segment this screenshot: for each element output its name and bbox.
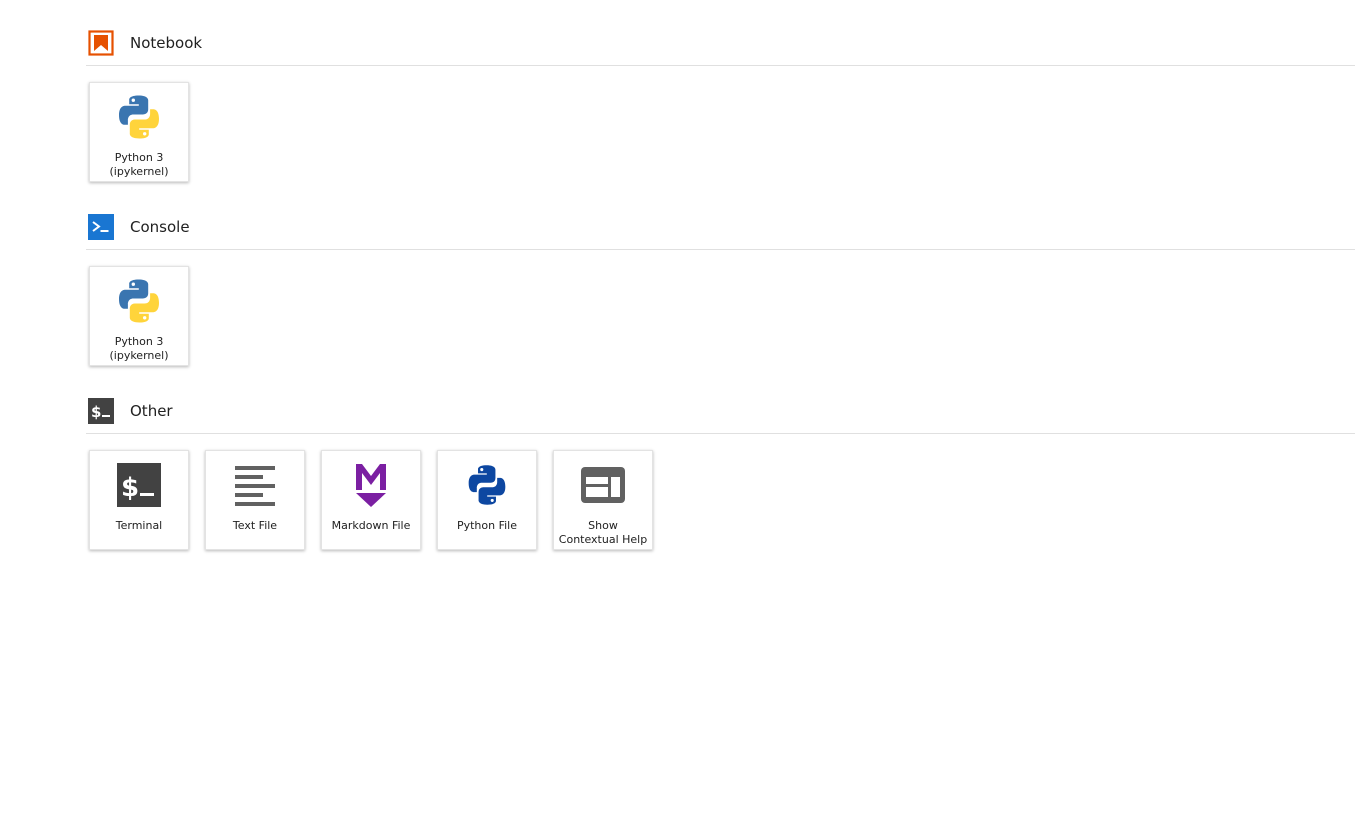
python-logo-icon: [113, 275, 165, 327]
card-label: Python File: [456, 519, 518, 532]
section-header-other: $ Other: [86, 396, 1355, 434]
section-console: Console Python 3 (ipykernel): [86, 212, 1355, 368]
card-terminal[interactable]: $ Terminal: [89, 450, 189, 550]
card-label: Python 3 (ipykernel): [109, 335, 169, 362]
card-label: Markdown File: [331, 519, 411, 532]
card-notebook-python3[interactable]: Python 3 (ipykernel): [89, 82, 189, 182]
python-file-icon: [461, 459, 513, 511]
card-markdown-file[interactable]: Markdown File: [321, 450, 421, 550]
section-notebook: Notebook Python 3 (ipykernel): [86, 28, 1355, 184]
console-prompt-icon: [88, 214, 114, 240]
card-console-python3[interactable]: Python 3 (ipykernel): [89, 266, 189, 366]
notebook-bookmark-icon: [88, 30, 114, 56]
section-title-console: Console: [130, 218, 190, 236]
svg-text:$: $: [91, 403, 101, 421]
card-show-contextual-help[interactable]: Show Contextual Help: [553, 450, 653, 550]
cards-other: $ Terminal Text File Markdown File Pytho…: [86, 434, 1355, 552]
svg-text:$: $: [121, 473, 139, 503]
card-python-file[interactable]: Python File: [437, 450, 537, 550]
cards-notebook: Python 3 (ipykernel): [86, 66, 1355, 184]
card-text-file[interactable]: Text File: [205, 450, 305, 550]
python-logo-icon: [113, 91, 165, 143]
terminal-icon: $: [113, 459, 165, 511]
terminal-icon: $: [88, 398, 114, 424]
section-title-other: Other: [130, 402, 173, 420]
card-label: Show Contextual Help: [558, 519, 648, 546]
card-label: Python 3 (ipykernel): [109, 151, 169, 178]
section-title-notebook: Notebook: [130, 34, 203, 52]
markdown-icon: [345, 459, 397, 511]
text-file-icon: [229, 459, 281, 511]
launcher: Notebook Python 3 (ipykernel) Console Py…: [86, 28, 1355, 552]
section-header-notebook: Notebook: [86, 28, 1355, 66]
section-other: $ Other $ Terminal Text File Markdown Fi…: [86, 396, 1355, 552]
cards-console: Python 3 (ipykernel): [86, 250, 1355, 368]
contextual-help-icon: [577, 459, 629, 511]
section-header-console: Console: [86, 212, 1355, 250]
card-label: Text File: [232, 519, 278, 532]
card-label: Terminal: [115, 519, 163, 532]
